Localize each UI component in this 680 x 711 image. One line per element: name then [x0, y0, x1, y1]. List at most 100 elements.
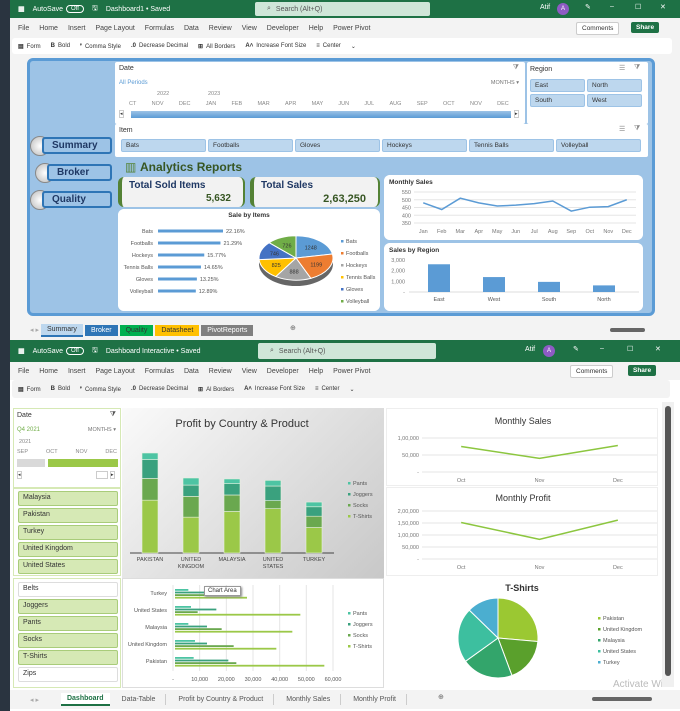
- timeline-selected[interactable]: [48, 459, 118, 467]
- date-timeline-slicer[interactable]: Date ⧩ All Periods MONTHS ▾ 2022 2023 CT…: [115, 62, 525, 124]
- broker-button[interactable]: Broker: [47, 164, 112, 181]
- close-button[interactable]: ✕: [655, 345, 661, 353]
- monthly-sales-chart[interactable]: Monthly Sales 550 500 450400 350 Jan Feb Mar Apr…: [384, 175, 643, 240]
- toolbar-button-form[interactable]: ▤ Form: [18, 43, 41, 50]
- add-sheet-button[interactable]: ⊕: [438, 693, 444, 701]
- menu-file[interactable]: File: [18, 25, 29, 32]
- document-title[interactable]: Dashboard1 • Saved: [106, 6, 170, 13]
- sheet-tab-quality[interactable]: Quality: [119, 324, 154, 336]
- sheet-tab-monthly-profit[interactable]: Monthly Profit: [343, 694, 407, 705]
- save-icon[interactable]: 🖫: [92, 346, 98, 357]
- comments-button[interactable]: Comments: [570, 365, 614, 378]
- menu-insert[interactable]: Insert: [68, 25, 86, 32]
- product-belts[interactable]: Belts: [18, 582, 118, 597]
- toolbar-button-all-borders[interactable]: ⊞ All Borders: [198, 43, 235, 50]
- document-title[interactable]: Dashboard Interactive • Saved: [106, 348, 201, 355]
- menu-power-pivot[interactable]: Power Pivot: [333, 368, 370, 375]
- summary-button[interactable]: Summary: [42, 137, 112, 154]
- comments-button[interactable]: Comments: [576, 22, 620, 35]
- more-options-icon[interactable]: ⌄: [349, 386, 354, 393]
- clear-filter-icon[interactable]: ⧩: [110, 411, 116, 419]
- menu-home[interactable]: Home: [39, 25, 58, 32]
- menu-page-layout[interactable]: Page Layout: [95, 368, 134, 375]
- toolbar-button-bold[interactable]: B Bold: [51, 43, 70, 49]
- sale-by-items-chart[interactable]: Sale by Items Bats 22.16% Footballs 21.29% Ho…: [118, 209, 380, 311]
- menu-review[interactable]: Review: [209, 25, 232, 32]
- quality-button[interactable]: Quality: [42, 191, 112, 208]
- toolbar-button-comma-style[interactable]: ❜ Comma Style: [80, 43, 121, 50]
- item-bats[interactable]: Bats: [121, 139, 206, 152]
- save-icon[interactable]: 🖫: [92, 4, 98, 15]
- menu-data[interactable]: Data: [184, 368, 199, 375]
- menu-page-layout[interactable]: Page Layout: [95, 25, 134, 32]
- region-west[interactable]: West: [587, 94, 642, 107]
- monthly-sales-chart[interactable]: Monthly Sales 1,00,000 50,000 - Oct Nov Dec: [386, 408, 658, 486]
- autosave-toggle[interactable]: Off: [65, 5, 84, 13]
- scroll-left-button[interactable]: ◂: [119, 110, 124, 118]
- toolbar-button-comma-style[interactable]: ❜ Comma Style: [80, 386, 121, 393]
- more-options-icon[interactable]: ⌄: [351, 43, 356, 50]
- horizontal-scrollbar[interactable]: [592, 697, 652, 701]
- tshirts-pie-chart[interactable]: T-Shirts Pakistan United Kingdom Malaysia Un…: [386, 578, 658, 688]
- clear-filter-icon[interactable]: ⧩: [634, 64, 640, 72]
- autosave-toggle[interactable]: Off: [65, 347, 84, 355]
- pen-icon[interactable]: ✎: [573, 345, 579, 353]
- toolbar-button-center[interactable]: ≡ Center: [315, 386, 340, 392]
- product-socks[interactable]: Socks: [18, 633, 118, 648]
- sheet-tab-broker[interactable]: Broker: [84, 324, 118, 336]
- toolbar-button-al-borders[interactable]: ⊞ Al Borders: [198, 386, 234, 393]
- toolbar-button-increase-font-size[interactable]: A˄ Increase Font Size: [245, 43, 306, 49]
- region-south[interactable]: South: [530, 94, 585, 107]
- time-level-dropdown[interactable]: MONTHS ▾: [491, 80, 519, 86]
- horizontal-scrollbar[interactable]: [610, 328, 645, 332]
- sheet-tab-monthly-sales[interactable]: Monthly Sales: [276, 694, 342, 705]
- multi-select-icon[interactable]: ☰: [619, 125, 625, 133]
- menu-review[interactable]: Review: [209, 368, 232, 375]
- menu-help[interactable]: Help: [309, 25, 323, 32]
- timeline-bar[interactable]: [131, 111, 511, 118]
- toolbar-button-form[interactable]: ▤ Form: [18, 386, 41, 393]
- monthly-profit-chart[interactable]: Monthly Profit 2,00,000 1,50,000 1,00,000 50…: [386, 487, 658, 576]
- menu-file[interactable]: File: [18, 368, 29, 375]
- profit-by-country-product-chart[interactable]: Profit by Country & Product PAKISTAN UNITE…: [122, 408, 384, 578]
- menu-insert[interactable]: Insert: [68, 368, 86, 375]
- time-level-dropdown[interactable]: MONTHS ▾: [88, 427, 116, 433]
- sheet-tab-dashboard[interactable]: Dashboard: [60, 693, 110, 706]
- country-pakistan[interactable]: Pakistan: [18, 508, 118, 523]
- avatar[interactable]: A: [543, 345, 555, 357]
- share-button[interactable]: Share: [628, 365, 657, 376]
- item-gloves[interactable]: Gloves: [295, 139, 380, 152]
- region-north[interactable]: North: [587, 79, 642, 92]
- menu-power-pivot[interactable]: Power Pivot: [333, 25, 370, 32]
- scroll-right-button[interactable]: ▸: [110, 471, 115, 479]
- menu-developer[interactable]: Developer: [267, 25, 299, 32]
- sales-by-region-chart[interactable]: Sales by Region 3,000 2,000 1,000 - East West S…: [384, 243, 643, 311]
- toolbar-button-increase-font-size[interactable]: A˄ Increase Font Size: [244, 386, 305, 392]
- share-button[interactable]: Share: [631, 22, 660, 33]
- minimize-button[interactable]: –: [610, 3, 614, 10]
- tab-scroll-left[interactable]: ◂ ▸: [30, 326, 39, 334]
- product-pants[interactable]: Pants: [18, 616, 118, 631]
- region-east[interactable]: East: [530, 79, 585, 92]
- product-joggers[interactable]: Joggers: [18, 599, 118, 614]
- vertical-scrollbar[interactable]: [662, 402, 674, 687]
- maximize-button[interactable]: ☐: [627, 345, 633, 353]
- sheet-tab-profit-by-country-product[interactable]: Profit by Country & Product: [168, 694, 275, 705]
- add-sheet-button[interactable]: ⊕: [290, 324, 296, 332]
- item-hockeys[interactable]: Hockeys: [382, 139, 467, 152]
- toolbar-button-decrease-decimal[interactable]: .0 Decrease Decimal: [131, 43, 188, 49]
- clear-filter-icon[interactable]: ⧩: [634, 125, 640, 133]
- menu-developer[interactable]: Developer: [267, 368, 299, 375]
- menu-help[interactable]: Help: [309, 368, 323, 375]
- clear-filter-icon[interactable]: ⧩: [513, 64, 519, 72]
- scroll-left-button[interactable]: ◂: [17, 471, 22, 479]
- sheet-tab-data-table[interactable]: Data-Table: [112, 694, 167, 705]
- product-t-shirts[interactable]: T-Shirts: [18, 650, 118, 665]
- country-malaysia[interactable]: Malaysia: [18, 491, 118, 506]
- profit-horizontal-bar-chart[interactable]: - 10,000 20,000 30,000 40,000 50,000 60,000 Tur…: [122, 578, 384, 688]
- timeline-unselected[interactable]: [17, 459, 45, 467]
- scroll-right-button[interactable]: ▸: [514, 110, 519, 118]
- item-volleyball[interactable]: Volleyball: [556, 139, 641, 152]
- product-zips[interactable]: Zips: [18, 667, 118, 682]
- menu-view[interactable]: View: [242, 368, 257, 375]
